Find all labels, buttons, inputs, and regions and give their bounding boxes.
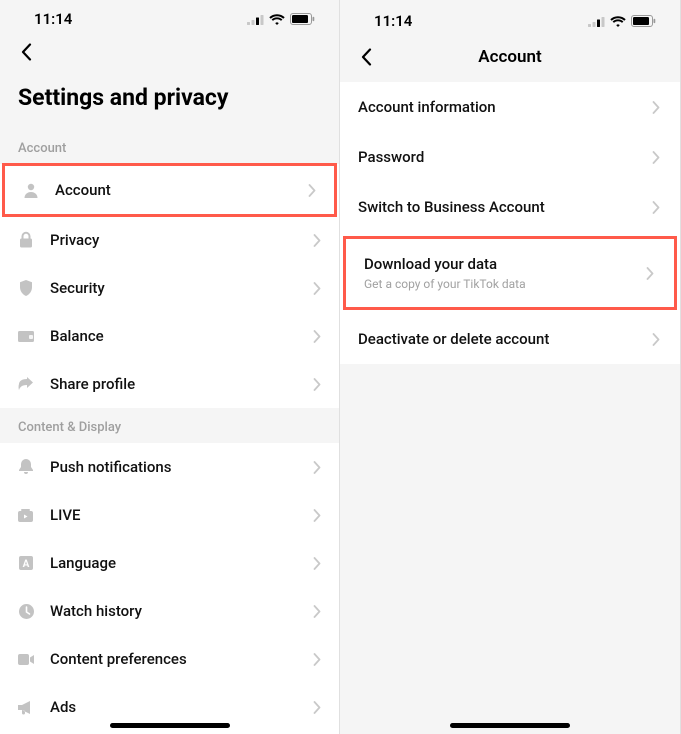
row-label: Privacy — [50, 231, 311, 249]
chevron-right-icon — [311, 378, 323, 390]
home-indicator[interactable] — [450, 723, 570, 728]
chevron-right-icon — [311, 653, 323, 665]
chevron-right-icon — [650, 201, 662, 213]
row-account[interactable]: Account — [2, 163, 337, 217]
chevron-left-icon — [361, 48, 372, 66]
home-indicator[interactable] — [110, 723, 230, 728]
clock-icon — [16, 601, 36, 621]
list-account: Account Privacy Security Balance — [0, 164, 339, 408]
status-bar: 11:14 — [340, 0, 680, 36]
chevron-right-icon — [650, 151, 662, 163]
chevron-right-icon — [311, 701, 323, 713]
row-sublabel: Get a copy of your TikTok data — [364, 277, 644, 291]
screen-account: 11:14 Account Account information Passwo… — [340, 0, 681, 734]
bell-icon — [16, 457, 36, 477]
row-password[interactable]: Password — [340, 132, 680, 182]
svg-text:A: A — [23, 559, 30, 570]
row-label: Switch to Business Account — [358, 198, 650, 216]
header: Account — [340, 36, 680, 76]
row-label: Watch history — [50, 602, 311, 620]
row-content-preferences[interactable]: Content preferences — [0, 635, 339, 683]
status-time: 11:14 — [24, 10, 72, 28]
chevron-right-icon — [311, 330, 323, 342]
chevron-right-icon — [311, 461, 323, 473]
row-download-data[interactable]: Download your data Get a copy of your Ti… — [343, 236, 677, 310]
chevron-right-icon — [311, 282, 323, 294]
row-label: Content preferences — [50, 650, 311, 668]
share-icon — [16, 374, 36, 394]
row-label: Balance — [50, 327, 311, 345]
row-account-information[interactable]: Account information — [340, 82, 680, 132]
chevron-right-icon — [311, 234, 323, 246]
battery-icon — [290, 13, 315, 25]
shield-icon — [16, 278, 36, 298]
status-icons — [247, 13, 315, 25]
row-privacy[interactable]: Privacy — [0, 216, 339, 264]
screen-settings: 11:14 Settings and privacy Account Accou… — [0, 0, 340, 734]
broadcast-icon — [16, 505, 36, 525]
wallet-icon — [16, 326, 36, 346]
row-label: Ads — [50, 698, 311, 716]
row-security[interactable]: Security — [0, 264, 339, 312]
status-icons — [588, 15, 656, 27]
row-push-notifications[interactable]: Push notifications — [0, 443, 339, 491]
row-label: Language — [50, 554, 311, 572]
row-deactivate-delete[interactable]: Deactivate or delete account — [340, 314, 680, 364]
row-watch-history[interactable]: Watch history — [0, 587, 339, 635]
page-title: Account — [340, 47, 680, 67]
row-label: Share profile — [50, 375, 311, 393]
section-label-account: Account — [0, 129, 339, 164]
row-label: LIVE — [50, 506, 311, 524]
row-share-profile[interactable]: Share profile — [0, 360, 339, 408]
cellular-icon — [247, 14, 264, 25]
row-live[interactable]: LIVE — [0, 491, 339, 539]
person-icon — [21, 180, 41, 200]
row-language[interactable]: A Language — [0, 539, 339, 587]
back-button[interactable] — [354, 45, 378, 69]
row-balance[interactable]: Balance — [0, 312, 339, 360]
chevron-right-icon — [311, 509, 323, 521]
row-label: Deactivate or delete account — [358, 330, 650, 348]
status-time: 11:14 — [364, 12, 412, 30]
back-button[interactable] — [14, 40, 38, 64]
cellular-icon — [588, 16, 605, 27]
chevron-right-icon — [311, 557, 323, 569]
chevron-right-icon — [650, 333, 662, 345]
list-content: Push notifications LIVE A Language Watch… — [0, 443, 339, 734]
header — [0, 32, 339, 70]
row-label: Password — [358, 148, 650, 166]
wifi-icon — [610, 16, 626, 27]
list-account-detail: Account information Password Switch to B… — [340, 82, 680, 364]
section-label-content: Content & Display — [0, 408, 339, 443]
row-label: Account information — [358, 98, 650, 116]
chevron-right-icon — [306, 184, 318, 196]
row-label: Push notifications — [50, 458, 311, 476]
row-label: Security — [50, 279, 311, 297]
chevron-right-icon — [650, 101, 662, 113]
row-label: Account — [55, 181, 306, 199]
page-title: Settings and privacy — [0, 70, 339, 129]
chevron-right-icon — [311, 605, 323, 617]
battery-icon — [631, 15, 656, 27]
video-icon — [16, 649, 36, 669]
chevron-right-icon — [644, 267, 656, 279]
wifi-icon — [269, 14, 285, 25]
megaphone-icon — [16, 697, 36, 717]
language-icon: A — [16, 553, 36, 573]
lock-icon — [16, 230, 36, 250]
row-label: Download your data — [364, 255, 644, 273]
chevron-left-icon — [21, 43, 32, 61]
status-bar: 11:14 — [0, 0, 339, 32]
row-switch-business[interactable]: Switch to Business Account — [340, 182, 680, 232]
